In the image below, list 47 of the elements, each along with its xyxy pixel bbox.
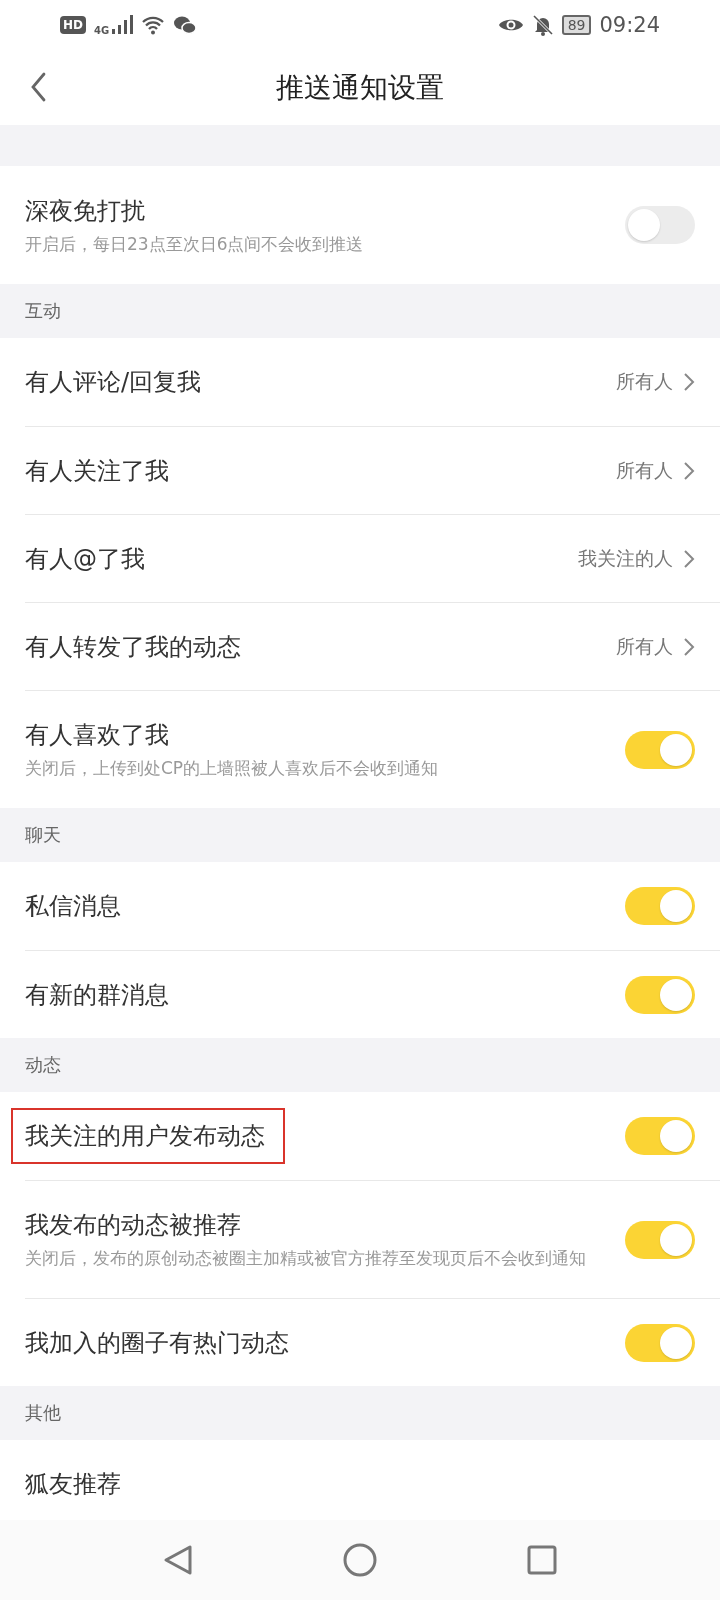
section-header: 互动 xyxy=(25,299,61,323)
chevron-icon xyxy=(683,636,695,657)
setting-label: 深夜免打扰 xyxy=(25,195,145,227)
network-label: 4G xyxy=(94,24,110,36)
setting-label: 狐友推荐 xyxy=(25,1469,121,1500)
setting-label: 有人评论/回复我 xyxy=(25,367,202,398)
setting-label: 有人@了我 xyxy=(25,543,145,575)
back-icon[interactable] xyxy=(30,72,46,102)
toggle-switch[interactable] xyxy=(625,1323,695,1362)
setting-value[interactable]: 所有人 xyxy=(616,633,673,660)
setting-label: 有人关注了我 xyxy=(25,455,169,487)
toggle-switch[interactable] xyxy=(625,887,695,925)
setting-label: 有新的群消息 xyxy=(25,979,169,1011)
chevron-icon xyxy=(683,548,695,569)
muted-bell-icon xyxy=(531,14,554,36)
setting-description: 关闭后，发布的原创动态被圈主加精或被官方推荐至发现页后不会收到通知 xyxy=(25,1247,586,1270)
toggle-switch[interactable] xyxy=(625,1220,695,1259)
setting-label: 私信消息 xyxy=(25,891,121,922)
setting-description: 开启后，每日23点至次日6点间不会收到推送 xyxy=(25,232,364,256)
toggle-switch[interactable] xyxy=(625,206,695,244)
hd-badge: HD xyxy=(60,16,86,34)
setting-value[interactable]: 我关注的人 xyxy=(578,545,673,572)
section-header: 聊天 xyxy=(25,823,61,847)
signal-icon xyxy=(111,15,134,35)
chevron-icon xyxy=(683,372,695,392)
setting-label: 有人喜欢了我 xyxy=(25,720,169,752)
toggle-switch[interactable] xyxy=(625,730,695,769)
setting-value[interactable]: 所有人 xyxy=(616,369,673,395)
recents-nav-icon[interactable] xyxy=(527,1545,557,1575)
setting-label: 我发布的动态被推荐 xyxy=(25,1210,241,1242)
toggle-switch[interactable] xyxy=(625,975,695,1014)
section-header: 其他 xyxy=(25,1401,61,1425)
section-header: 动态 xyxy=(25,1053,61,1077)
back-nav-icon[interactable] xyxy=(163,1544,193,1576)
setting-label: 有人转发了我的动态 xyxy=(25,631,241,663)
wifi-icon xyxy=(141,15,166,35)
page-title: 推送通知设置 xyxy=(276,69,444,106)
setting-value[interactable]: 所有人 xyxy=(616,457,673,484)
chevron-icon xyxy=(683,460,695,481)
setting-description: 关闭后，上传到处CP的上墙照被人喜欢后不会收到通知 xyxy=(25,757,439,780)
home-nav-icon[interactable] xyxy=(343,1543,377,1577)
toggle-switch[interactable] xyxy=(625,1117,695,1155)
clock-time: 09:24 xyxy=(599,13,660,37)
setting-label: 我加入的圈子有热门动态 xyxy=(25,1327,289,1359)
highlighted-label: 我关注的用户发布动态 xyxy=(13,1110,283,1162)
chat-icon xyxy=(173,15,198,35)
battery-indicator: 89 xyxy=(561,15,592,35)
